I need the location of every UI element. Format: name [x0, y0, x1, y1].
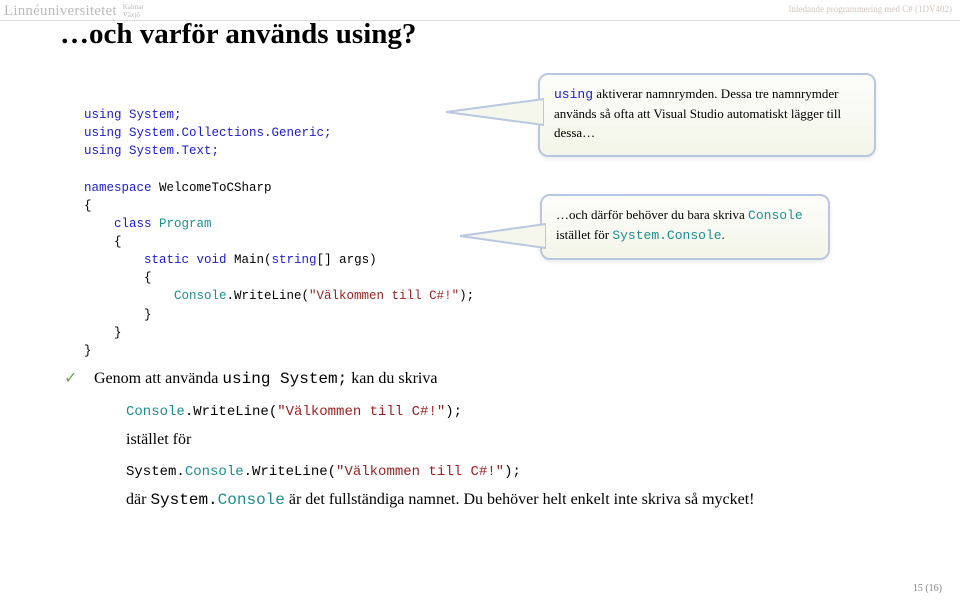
bullet-code-1: Console.WriteLine("Välkommen till C#!");: [126, 401, 904, 423]
course-label: Inledande programmering med C# (1DV402): [789, 4, 952, 14]
code-l3: using System.Text;: [84, 144, 219, 158]
code-l6: {: [84, 199, 92, 213]
callout-1-text: using aktiverar namnrymden. Dessa tre na…: [554, 85, 860, 143]
code-l7: class Program: [84, 217, 212, 231]
code-l14: }: [84, 344, 92, 358]
page-number: 15 (16): [913, 583, 942, 594]
code-l9: static void Main(string[] args): [84, 253, 377, 267]
code-l12: }: [84, 308, 152, 322]
callout-2-text: …och därför behöver du bara skriva Conso…: [556, 206, 814, 246]
checkmark-icon: ✓: [64, 366, 94, 514]
code-l10: {: [84, 271, 152, 285]
code-l8: {: [84, 235, 122, 249]
bullet-body: Genom att använda using System; kan du s…: [94, 366, 904, 514]
callout-console-shortcut: …och därför behöver du bara skriva Conso…: [540, 194, 830, 260]
bullet-mid: istället för: [126, 427, 904, 453]
bullet-tail: där System.Console är det fullständiga n…: [126, 487, 904, 514]
code-l2: using System.Collections.Generic;: [84, 126, 332, 140]
bullet-code-2: System.Console.WriteLine("Välkommen till…: [126, 461, 904, 483]
callout-tail-icon: [444, 89, 544, 135]
logo-subtext: Kalmar Växjö: [123, 4, 144, 19]
code-l13: }: [84, 326, 122, 340]
code-l11: Console.WriteLine("Välkommen till C#!");: [84, 289, 474, 303]
page-title: …och varför används using?: [60, 18, 416, 51]
code-l5: namespace WelcomeToCSharp: [84, 181, 272, 195]
callout-tail-icon: [458, 218, 546, 258]
bullet-row: ✓ Genom att använda using System; kan du…: [64, 366, 904, 514]
bullet-lead: Genom att använda using System; kan du s…: [94, 370, 437, 387]
bullet-section: ✓ Genom att använda using System; kan du…: [64, 366, 904, 514]
code-l1: using System;: [84, 108, 182, 122]
callout-using-activates: using aktiverar namnrymden. Dessa tre na…: [538, 73, 876, 157]
